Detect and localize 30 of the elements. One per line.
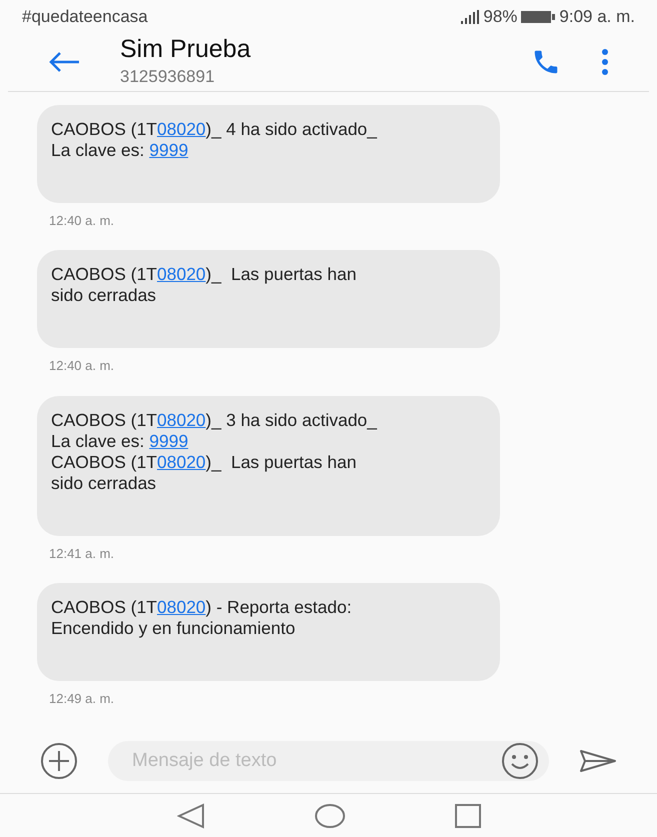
battery-icon — [521, 10, 556, 24]
contact-number: 3125936891 — [120, 66, 216, 88]
message-link[interactable]: 08020 — [157, 264, 206, 284]
message-time: 12:40 a. m. — [49, 357, 116, 376]
message-link[interactable]: 9999 — [149, 140, 188, 160]
message-link[interactable]: 08020 — [157, 452, 206, 472]
message-text: CAOBOS (1T08020)_ 4 ha sido activado_ La clave es: 9999 — [51, 118, 378, 161]
message-text: CAOBOS (1T08020)_ Las puertas han sido cerradas — [51, 264, 358, 306]
back-arrow-icon[interactable] — [48, 51, 80, 74]
more-options-icon[interactable] — [601, 48, 609, 76]
contact-name: Sim Prueba — [120, 34, 252, 64]
message-link[interactable]: 08020 — [157, 410, 206, 430]
message-time: 12:49 a. m. — [49, 690, 116, 708]
nav-home-icon[interactable] — [314, 804, 344, 828]
status-text: #quedateencasa — [22, 6, 148, 28]
add-icon[interactable] — [40, 742, 78, 780]
message-time: 12:40 a. m. — [49, 212, 116, 230]
message-text: CAOBOS (1T08020) - Reporta estado: Encendido y en funcionamiento — [51, 597, 353, 640]
message-link[interactable]: 9999 — [149, 430, 188, 451]
clock: 9:09 a. m. — [559, 6, 635, 28]
nav-back-icon[interactable] — [176, 802, 204, 829]
signal-icon — [461, 10, 480, 24]
send-icon[interactable] — [579, 748, 617, 773]
nav-recents-icon[interactable] — [454, 804, 480, 828]
message-link[interactable]: 08020 — [157, 597, 206, 618]
battery-percent: 98% — [483, 6, 518, 28]
message-time: 12:41 a. m. — [49, 544, 116, 563]
emoji-icon[interactable] — [501, 742, 539, 780]
message-link[interactable]: 08020 — [157, 118, 206, 139]
message-text: CAOBOS (1T08020)_ 3 ha sido activado_ La clave es: 9999 CAOBOS (1T08020)_ Las puertas han sido cerradas — [51, 410, 378, 494]
